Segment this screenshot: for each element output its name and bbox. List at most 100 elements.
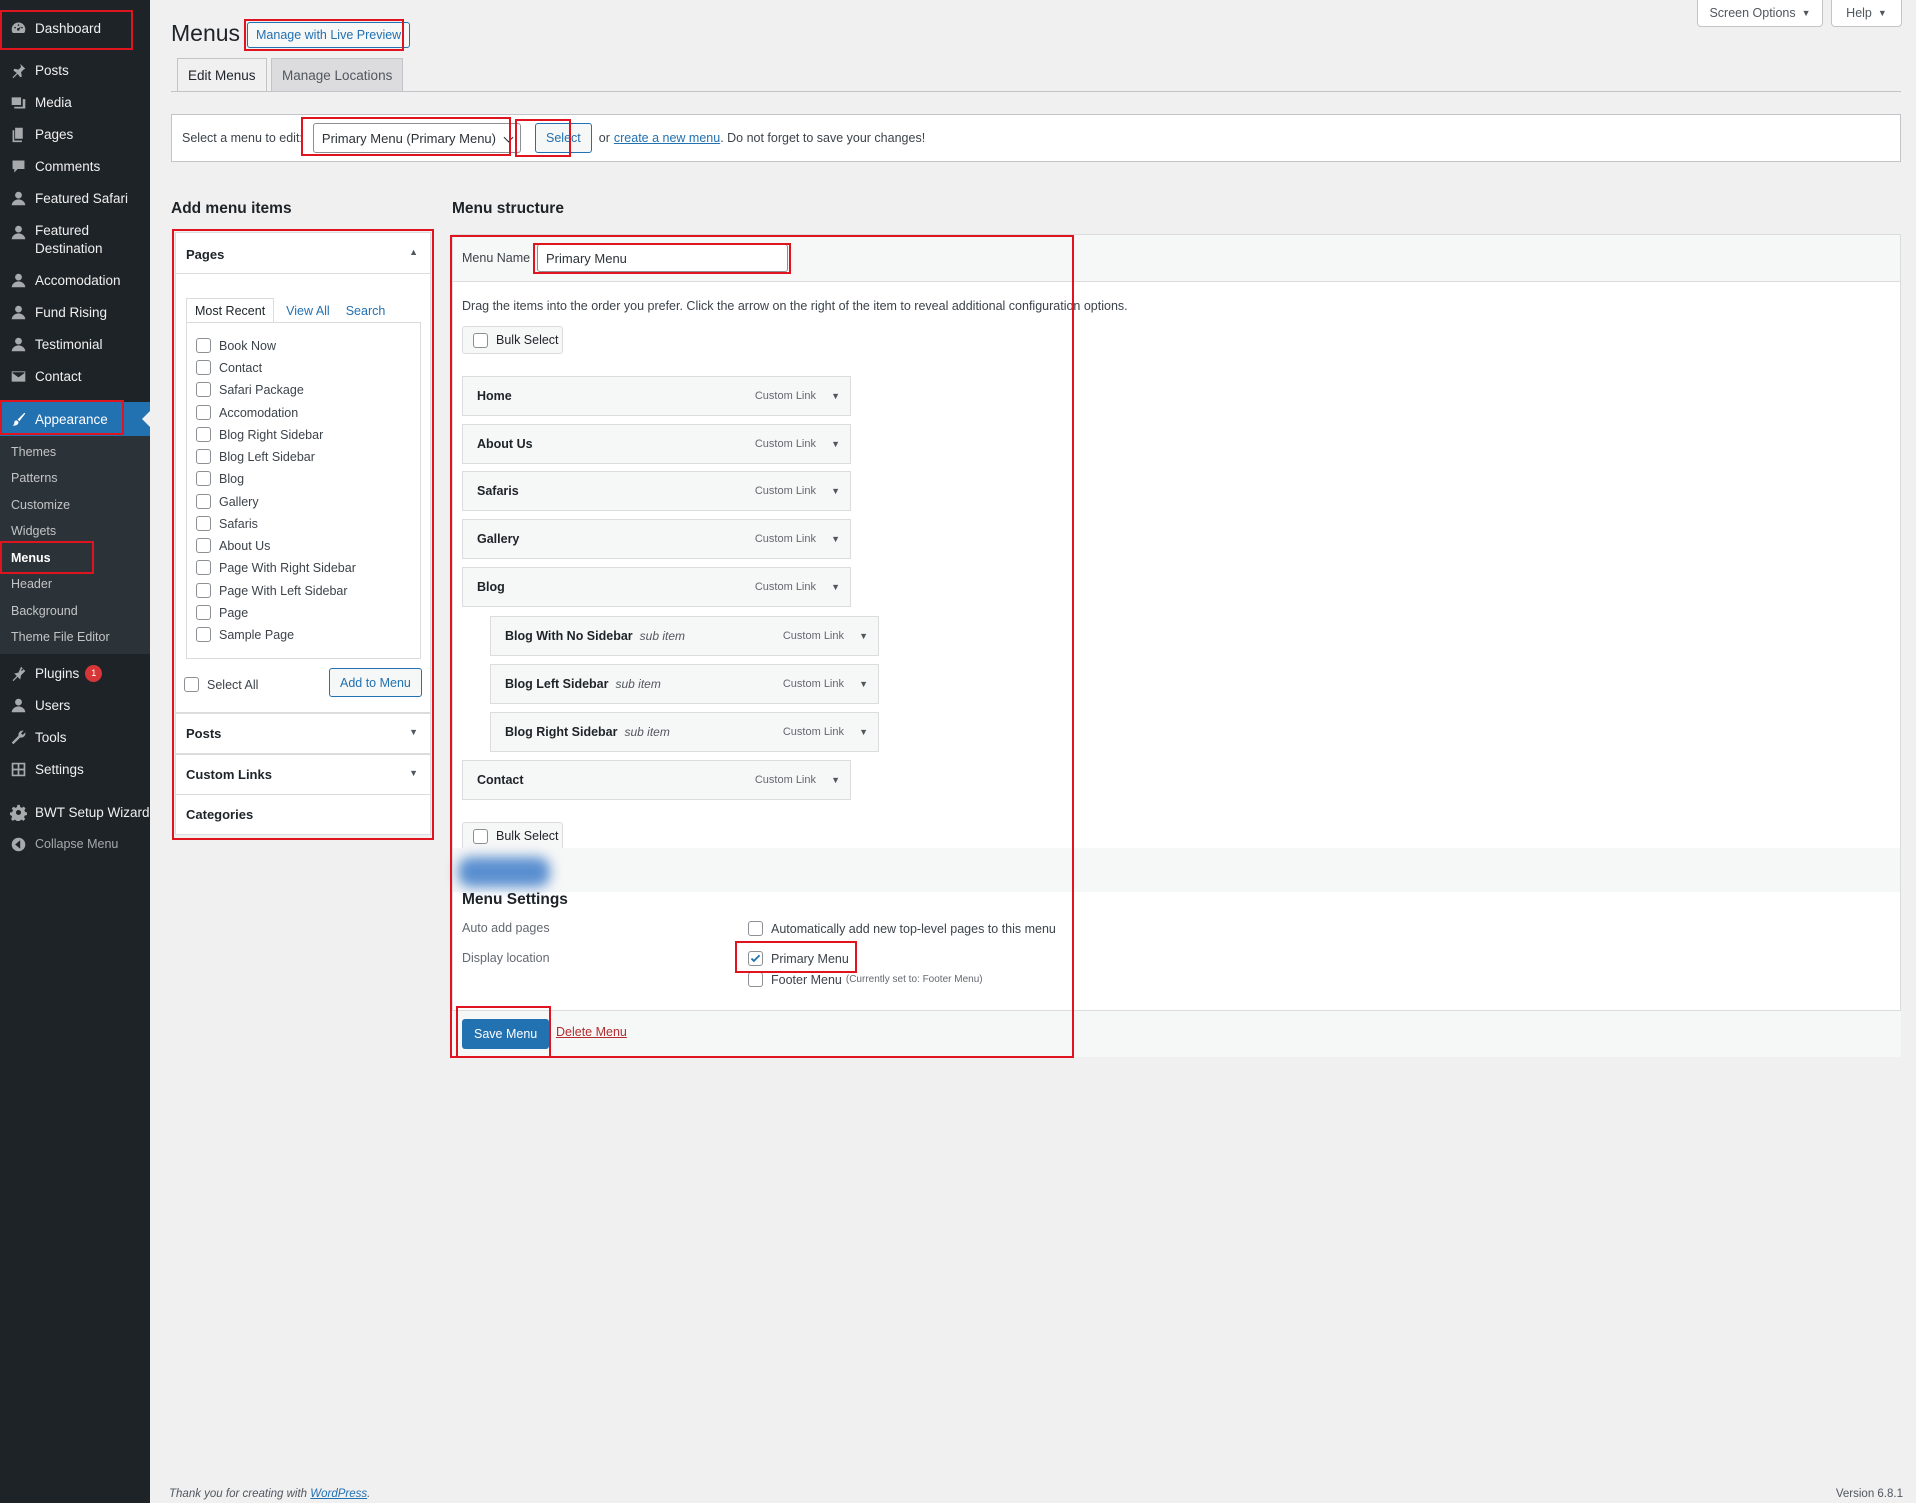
sidebar-item-testimonial[interactable]: Testimonial [0, 332, 150, 356]
page-checkbox-row[interactable]: Page With Left Sidebar [196, 583, 348, 598]
checkbox[interactable] [196, 516, 211, 531]
page-checkbox-row[interactable]: Safari Package [196, 382, 304, 397]
submenu-item-patterns[interactable]: Patterns [11, 471, 58, 485]
collapse-menu-button[interactable]: Collapse Menu [0, 832, 150, 856]
submenu-item-theme-file-editor[interactable]: Theme File Editor [11, 630, 110, 644]
page-checkbox-row[interactable]: About Us [196, 538, 270, 553]
submenu-item-customize[interactable]: Customize [11, 498, 70, 512]
caret-down-icon[interactable]: ▼ [831, 391, 840, 401]
caret-down-icon[interactable]: ▼ [831, 439, 840, 449]
submenu-item-background[interactable]: Background [11, 604, 78, 618]
custom-links-panel[interactable]: Custom Links ▼ [175, 754, 431, 795]
menu-item-blog[interactable]: Blog Custom Link ▼ [462, 567, 851, 607]
help-button[interactable]: Help ▼ [1831, 0, 1902, 27]
delete-menu-link[interactable]: Delete Menu [556, 1025, 627, 1039]
page-checkbox-row[interactable]: Blog Left Sidebar [196, 449, 315, 464]
sidebar-item-accomodation[interactable]: Accomodation [0, 268, 150, 292]
caret-down-icon[interactable]: ▼ [831, 486, 840, 496]
tab-most-recent[interactable]: Most Recent [186, 298, 275, 323]
posts-panel[interactable]: Posts ▼ [175, 714, 431, 754]
wordpress-link[interactable]: WordPress [310, 1488, 367, 1500]
submenu-item-header[interactable]: Header [11, 577, 52, 591]
manage-live-preview-button[interactable]: Manage with Live Preview [247, 22, 411, 48]
sidebar-item-users[interactable]: Users [0, 693, 150, 717]
sidebar-item-fund-rising[interactable]: Fund Rising [0, 300, 150, 324]
checkbox[interactable] [196, 583, 211, 598]
menu-select-dropdown[interactable]: Primary Menu (Primary Menu) [312, 123, 521, 153]
checkbox[interactable] [196, 427, 211, 442]
checkbox[interactable] [196, 405, 211, 420]
sidebar-item-plugins[interactable]: Plugins 1 [0, 661, 150, 685]
checkbox[interactable] [196, 360, 211, 375]
add-to-menu-button[interactable]: Add to Menu [329, 668, 422, 697]
sidebar-item-pages[interactable]: Pages [0, 122, 150, 146]
sidebar-item-appearance[interactable]: Appearance [0, 402, 150, 436]
sidebar-item-comments[interactable]: Comments [0, 154, 150, 178]
caret-down-icon[interactable]: ▼ [831, 582, 840, 592]
sidebar-item-featured-safari[interactable]: Featured Safari [0, 186, 150, 210]
page-checkbox-row[interactable]: Page With Right Sidebar [196, 560, 356, 575]
pages-panel-title[interactable]: Pages [186, 247, 224, 262]
menu-item-blog-with-no-sidebar[interactable]: Blog With No Sidebar sub item Custom Lin… [490, 616, 879, 656]
page-checkbox-row[interactable]: Page [196, 605, 248, 620]
select-button[interactable]: Select [535, 123, 592, 153]
submenu-item-menus[interactable]: Menus [11, 551, 51, 565]
submenu-item-themes[interactable]: Themes [11, 445, 56, 459]
save-menu-button[interactable]: Save Menu [462, 1019, 550, 1049]
checkbox[interactable] [196, 471, 211, 486]
page-checkbox-row[interactable]: Contact [196, 360, 262, 375]
menu-item-blog-right-sidebar[interactable]: Blog Right Sidebar sub item Custom Link … [490, 712, 879, 752]
checkbox[interactable] [196, 560, 211, 575]
sidebar-item-media[interactable]: Media [0, 90, 150, 114]
page-checkbox-row[interactable]: Blog [196, 471, 244, 486]
auto-add-pages-row[interactable]: Automatically add new top-level pages to… [748, 921, 1056, 936]
menu-item-contact[interactable]: Contact Custom Link ▼ [462, 760, 851, 800]
sidebar-item-tools[interactable]: Tools [0, 725, 150, 749]
sidebar-item-settings[interactable]: Settings [0, 757, 150, 781]
bulk-select-button-top[interactable]: Bulk Select [462, 326, 563, 354]
page-checkbox-row[interactable]: Sample Page [196, 627, 294, 642]
menu-item-home[interactable]: Home Custom Link ▼ [462, 376, 851, 416]
sidebar-item-featured-destination[interactable]: Featured Destination [0, 222, 150, 258]
auto-add-checkbox[interactable] [748, 921, 763, 936]
menu-item-safaris[interactable]: Safaris Custom Link ▼ [462, 471, 851, 511]
sidebar-item-dashboard[interactable]: Dashboard [0, 16, 150, 40]
footer-menu-location-row[interactable]: Footer Menu (Currently set to: Footer Men… [748, 972, 983, 987]
menu-name-input[interactable] [537, 244, 788, 272]
caret-down-icon[interactable]: ▼ [859, 679, 868, 689]
caret-down-icon[interactable]: ▼ [831, 775, 840, 785]
tab-edit-menus[interactable]: Edit Menus [177, 58, 267, 91]
menu-item-about-us[interactable]: About Us Custom Link ▼ [462, 424, 851, 464]
tab-view-all[interactable]: View All [278, 298, 338, 323]
caret-down-icon[interactable]: ▼ [831, 534, 840, 544]
primary-menu-checkbox[interactable] [748, 951, 763, 966]
page-checkbox-row[interactable]: Accomodation [196, 405, 298, 420]
categories-panel[interactable]: Categories [175, 795, 431, 835]
submenu-item-widgets[interactable]: Widgets [11, 524, 56, 538]
page-checkbox-row[interactable]: Book Now [196, 338, 276, 353]
page-checkbox-row[interactable]: Safaris [196, 516, 258, 531]
footer-menu-checkbox[interactable] [748, 972, 763, 987]
menu-item-gallery[interactable]: Gallery Custom Link ▼ [462, 519, 851, 559]
checkbox[interactable] [196, 627, 211, 642]
select-all-checkbox[interactable] [184, 677, 199, 692]
sidebar-item-posts[interactable]: Posts [0, 58, 150, 82]
checkbox[interactable] [196, 494, 211, 509]
checkbox[interactable] [196, 449, 211, 464]
create-new-menu-link[interactable]: create a new menu [614, 131, 720, 145]
tab-manage-locations[interactable]: Manage Locations [271, 58, 404, 91]
primary-menu-location-row[interactable]: Primary Menu [748, 951, 849, 966]
checkbox[interactable] [196, 605, 211, 620]
bulk-select-button-bottom[interactable]: Bulk Select [462, 822, 563, 850]
menu-item-blog-left-sidebar[interactable]: Blog Left Sidebar sub item Custom Link ▼ [490, 664, 879, 704]
page-checkbox-row[interactable]: Gallery [196, 494, 259, 509]
sidebar-item-contact[interactable]: Contact [0, 364, 150, 388]
tab-search[interactable]: Search [338, 298, 394, 323]
checkbox[interactable] [196, 338, 211, 353]
checkbox[interactable] [473, 332, 488, 348]
select-all-row[interactable]: Select All [184, 677, 258, 692]
sidebar-item-bwt-setup-wizard[interactable]: BWT Setup Wizard [0, 800, 150, 824]
caret-down-icon[interactable]: ▼ [859, 631, 868, 641]
caret-down-icon[interactable]: ▼ [859, 727, 868, 737]
caret-up-icon[interactable]: ▲ [409, 247, 418, 257]
